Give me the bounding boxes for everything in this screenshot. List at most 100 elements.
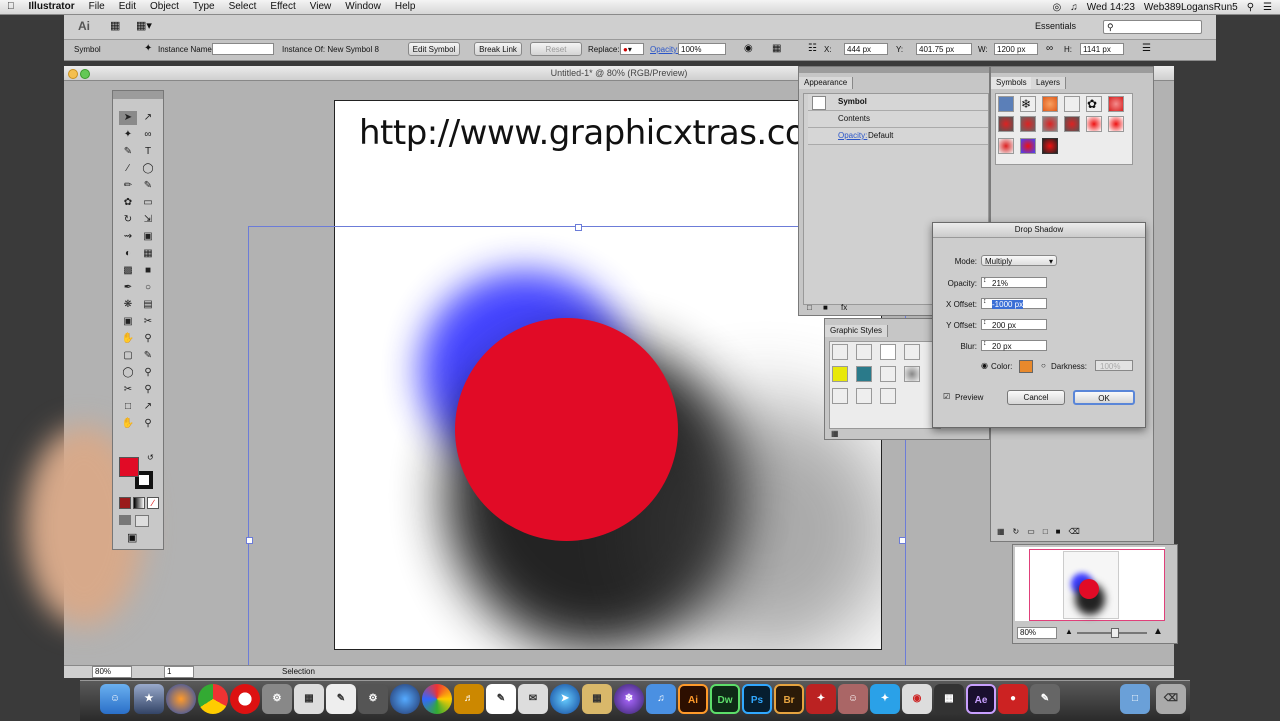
panel-dock-header[interactable] [991,67,1153,73]
width-tool-icon[interactable]: ⇝ [119,230,137,244]
zoom-field[interactable]: 80% [92,666,132,678]
slice-tool-icon[interactable]: ✂ [139,315,157,329]
scale-tool-icon[interactable]: ⇲ [139,213,157,227]
selection-handle[interactable] [899,537,906,544]
zoom-slider[interactable] [1077,628,1147,638]
after-effects-dock-icon[interactable]: Ae [966,684,996,714]
clock[interactable]: Wed 14:23 [1087,2,1135,13]
symbol-swatch[interactable] [1064,116,1080,132]
screen-mode-icon[interactable]: ▣ [127,531,137,544]
arrange-documents-icon[interactable]: ▦▾ [136,19,152,32]
camera-app-icon[interactable]: ◉ [902,684,932,714]
hand-tool-icon[interactable]: ✋ [119,332,137,346]
shaper-tool-icon[interactable]: □ [119,400,137,414]
symbol-swatch[interactable] [1042,96,1058,112]
x-field[interactable]: 444 px [844,43,888,55]
wifi-icon[interactable]: ◎ [1053,2,1062,13]
graphic-style-swatch[interactable] [856,344,872,360]
free-transform-tool-icon[interactable]: ▣ [139,230,157,244]
appearance-row-opacity[interactable]: Opacity: Default [808,128,988,145]
crystal-icon[interactable]: ❄ [614,684,644,714]
twitter-icon[interactable]: ✦ [870,684,900,714]
eyedropper-tool-icon[interactable]: ✒ [119,281,137,295]
blob-brush-tool-icon[interactable]: ✿ [119,196,137,210]
darkness-input[interactable]: 100% [1095,360,1133,371]
break-link-button[interactable]: Break Link [474,42,522,56]
pages-icon[interactable]: ✎ [486,684,516,714]
selection-handle[interactable] [246,537,253,544]
volume-icon[interactable]: ♫ [1070,2,1078,13]
opera-icon[interactable] [230,684,260,714]
photo-app-icon[interactable]: ☺ [838,684,868,714]
navigator-zoom-field[interactable]: 80% [1017,627,1057,639]
tab-appearance[interactable]: Appearance [799,77,854,89]
mesh-tool-icon[interactable]: ▩ [119,264,137,278]
user-name[interactable]: Web389LogansRun5 [1144,2,1238,13]
apple-icon[interactable]:  [0,0,22,14]
y-field[interactable]: 401.75 px [916,43,972,55]
appearance-row-symbol[interactable]: Symbol [808,94,988,111]
zoom-tool-icon[interactable]: ⚲ [139,332,157,346]
gradient-mode-icon[interactable] [133,497,145,509]
menu-type[interactable]: Type [186,0,222,14]
stepper-icon[interactable]: ↕ [983,319,987,326]
graphic-style-swatch[interactable] [856,388,872,404]
symbol-swatch[interactable] [1020,116,1036,132]
graphic-style-swatch[interactable] [856,366,872,382]
bridge-icon[interactable]: ▦ [110,19,120,32]
dreamweaver-dock-icon[interactable]: Dw [710,684,740,714]
menu-select[interactable]: Select [222,0,264,14]
workspace-switcher[interactable]: Essentials [1035,21,1076,31]
menu-file[interactable]: File [82,0,112,14]
zoom-in-icon[interactable]: ▲ [1153,626,1163,637]
menu-edit[interactable]: Edit [112,0,143,14]
film-app-icon[interactable]: ▦ [934,684,964,714]
recolor-icon[interactable]: ◉ [744,43,753,54]
add-effect-icon[interactable]: fx [841,303,847,312]
graphic-style-swatch[interactable] [832,388,848,404]
symbol-swatch[interactable] [1042,116,1058,132]
stepper-icon[interactable]: ↕ [983,298,987,305]
eraser-tool-icon[interactable]: ▭ [139,196,157,210]
garageband-icon[interactable]: ♬ [454,684,484,714]
h-field[interactable]: 1141 px [1080,43,1124,55]
graphic-style-swatch[interactable] [880,366,896,382]
symbol-swatch[interactable] [998,116,1014,132]
opacity-field[interactable]: 100% [678,43,726,55]
magic-wand-tool-icon[interactable]: ✦ [119,128,137,142]
stepper-icon[interactable]: ↕ [983,340,987,347]
symbol-swatch[interactable] [1086,116,1102,132]
photo-booth-icon[interactable] [390,684,420,714]
align-icon[interactable]: ▦ [772,43,781,54]
menu-view[interactable]: View [303,0,339,14]
x-offset-input[interactable]: -1000 px [981,298,1047,309]
itunes-icon[interactable]: ♫ [646,684,676,714]
symbol-swatch[interactable] [998,96,1014,112]
symbol-swatch[interactable] [1108,96,1124,112]
preview-checkbox[interactable]: ☑ [943,392,950,401]
illustrator-dock-icon[interactable]: Ai [678,684,708,714]
textedit-icon[interactable]: ✎ [326,684,356,714]
bridge-dock-icon[interactable]: Br [774,684,804,714]
symbols-panel-footer-icons[interactable]: ▦↻▭□■⌫ [997,527,1088,536]
ok-button[interactable]: OK [1073,390,1135,405]
menu-effect[interactable]: Effect [263,0,302,14]
graphic-style-swatch[interactable] [880,388,896,404]
add-fill-icon[interactable]: ■ [823,303,828,312]
crop-tool-icon[interactable]: ◯ [119,366,137,380]
shape-tool-icon[interactable]: ▢ [119,349,137,363]
applications-folder-icon[interactable]: □ [1120,684,1150,714]
add-stroke-icon[interactable]: □ [807,303,812,312]
zoom-out-icon[interactable]: ▲ [1065,627,1073,636]
artboard-number-field[interactable]: 1 [164,666,194,678]
panel-dock-header[interactable] [799,67,989,73]
zoom-icon[interactable] [80,69,90,79]
opacity-link[interactable]: Opacity: [650,45,679,54]
blur-input[interactable]: 20 px [981,340,1047,351]
shape-builder-tool-icon[interactable]: ◐ [119,247,137,261]
graphic-style-swatch[interactable] [832,344,848,360]
color-radio[interactable]: ◉ [981,361,988,370]
graphic-style-swatch[interactable] [880,344,896,360]
zoom-slider-thumb[interactable] [1111,628,1119,638]
reset-button[interactable]: Reset [530,42,582,56]
